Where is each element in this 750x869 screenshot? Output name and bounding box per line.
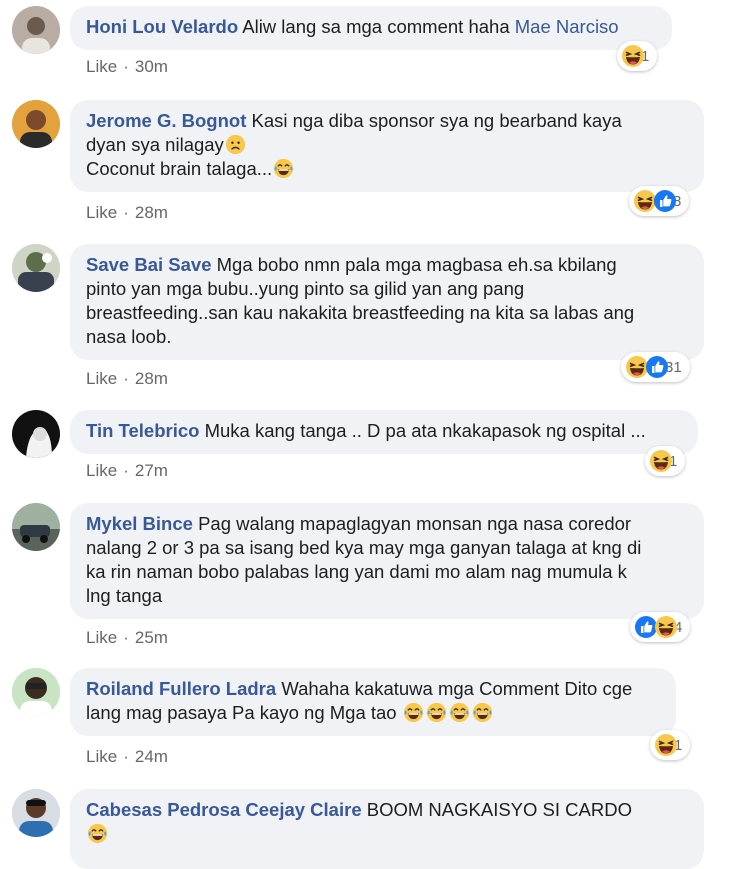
haha-reaction-icon xyxy=(654,615,678,639)
like-link[interactable]: Like xyxy=(86,203,117,222)
comment-time[interactable]: 30m xyxy=(135,57,168,76)
like-link[interactable]: Like xyxy=(86,57,117,76)
like-link[interactable]: Like xyxy=(86,747,117,766)
haha-reaction-icon xyxy=(654,733,678,757)
comment-author[interactable]: Mykel Bince xyxy=(86,513,193,534)
comment-meta: Like · 24m xyxy=(86,747,168,766)
comment-author[interactable]: Jerome G. Bognot xyxy=(86,110,246,131)
comment-bubble: Jerome G. Bognot Kasi nga diba sponsor s… xyxy=(70,100,704,192)
comment-text: Coconut brain talaga... xyxy=(86,158,273,179)
laughing-tears-emoji xyxy=(471,702,493,723)
comment-author[interactable]: Roiland Fullero Ladra xyxy=(86,678,276,699)
comment-time[interactable]: 28m xyxy=(135,203,168,222)
laughing-tears-emoji xyxy=(402,702,424,723)
comment-text: Wahaha kakatuwa mga Comment Dito cge xyxy=(281,678,633,699)
comment-time[interactable]: 25m xyxy=(135,628,168,647)
comment-text: Pag walang mapaglagyan monsan nga nasa c… xyxy=(198,513,632,534)
avatar[interactable] xyxy=(12,410,60,458)
comment-text: Kasi nga diba sponsor sya ng bearband ka… xyxy=(251,110,622,131)
comment-time[interactable]: 27m xyxy=(135,461,168,480)
comment-meta: Like · 27m xyxy=(86,461,168,480)
comment-text: BOOM NAGKAISYO SI CARDO xyxy=(366,799,632,820)
comment-text: breastfeeding..san kau nakakita breastfe… xyxy=(86,302,635,323)
comment-author[interactable]: Save Bai Save xyxy=(86,254,211,275)
comment-author[interactable]: Honi Lou Velardo xyxy=(86,16,238,37)
reaction-summary[interactable]: 31 xyxy=(621,352,690,382)
avatar[interactable] xyxy=(12,789,60,837)
comment-bubble: Honi Lou Velardo Aliw lang sa mga commen… xyxy=(70,6,672,50)
like-reaction-icon xyxy=(653,189,677,213)
reaction-summary[interactable]: 1 xyxy=(650,730,691,760)
comment-bubble: Roiland Fullero Ladra Wahaha kakatuwa mg… xyxy=(70,668,676,736)
laughing-tears-emoji xyxy=(448,702,470,723)
avatar[interactable] xyxy=(12,6,60,54)
comment-bubble: Mykel Bince Pag walang mapaglagyan monsa… xyxy=(70,503,704,619)
comment-text: Aliw lang sa mga comment haha xyxy=(242,16,510,37)
like-reaction-icon xyxy=(645,355,669,379)
sad-emoji xyxy=(224,134,246,155)
comment-bubble: Tin Telebrico Muka kang tanga .. D pa at… xyxy=(70,410,698,454)
reaction-summary[interactable]: 8 xyxy=(629,186,690,216)
reaction-summary[interactable]: 4 xyxy=(630,612,691,642)
comment-text: ka rin naman bobo palabas lang yan dami … xyxy=(86,561,627,582)
laughing-tears-emoji xyxy=(273,158,294,179)
comment-time[interactable]: 24m xyxy=(135,747,168,766)
laughing-tears-emoji xyxy=(425,702,447,723)
comment-meta: Like · 30m xyxy=(86,57,168,76)
avatar[interactable] xyxy=(12,244,60,292)
like-link[interactable]: Like xyxy=(86,461,117,480)
comment-text: dyan sya nilagay xyxy=(86,134,224,155)
comment-text: lang mag pasaya Pa kayo ng Mga tao xyxy=(86,702,397,723)
haha-reaction-icon xyxy=(649,449,673,473)
comment-time[interactable]: 28m xyxy=(135,369,168,388)
avatar[interactable] xyxy=(12,100,60,148)
comment-text: Mga bobo nmn pala mga magbasa eh.sa kbil… xyxy=(216,254,617,275)
reaction-summary[interactable]: 1 xyxy=(617,41,658,71)
comment-text: lng tanga xyxy=(86,585,163,606)
laughing-tears-emoji xyxy=(87,823,108,844)
mention-link[interactable]: Mae Narciso xyxy=(515,16,619,37)
comment-text: Muka kang tanga .. D pa ata nkakapasok n… xyxy=(204,420,646,441)
like-link[interactable]: Like xyxy=(86,369,117,388)
comment-text: nalang 2 or 3 pa sa isang bed kya may mg… xyxy=(86,537,642,558)
comment-author[interactable]: Cabesas Pedrosa Ceejay Claire xyxy=(86,799,362,820)
like-link[interactable]: Like xyxy=(86,628,117,647)
comment-text: nasa loob. xyxy=(86,326,172,347)
reaction-summary[interactable]: 1 xyxy=(645,446,686,476)
haha-reaction-icon xyxy=(621,44,645,68)
comment-bubble: Save Bai Save Mga bobo nmn pala mga magb… xyxy=(70,244,704,360)
comment-meta: Like · 28m xyxy=(86,369,168,388)
comment-meta: Like · 25m xyxy=(86,628,168,647)
comment-text: pinto yan mga bubu..yung pinto sa gilid … xyxy=(86,278,525,299)
avatar[interactable] xyxy=(12,503,60,551)
comment-meta: Like · 28m xyxy=(86,203,168,222)
comment-author[interactable]: Tin Telebrico xyxy=(86,420,199,441)
avatar[interactable] xyxy=(12,668,60,716)
comment-bubble: Cabesas Pedrosa Ceejay Claire BOOM NAGKA… xyxy=(70,789,704,869)
